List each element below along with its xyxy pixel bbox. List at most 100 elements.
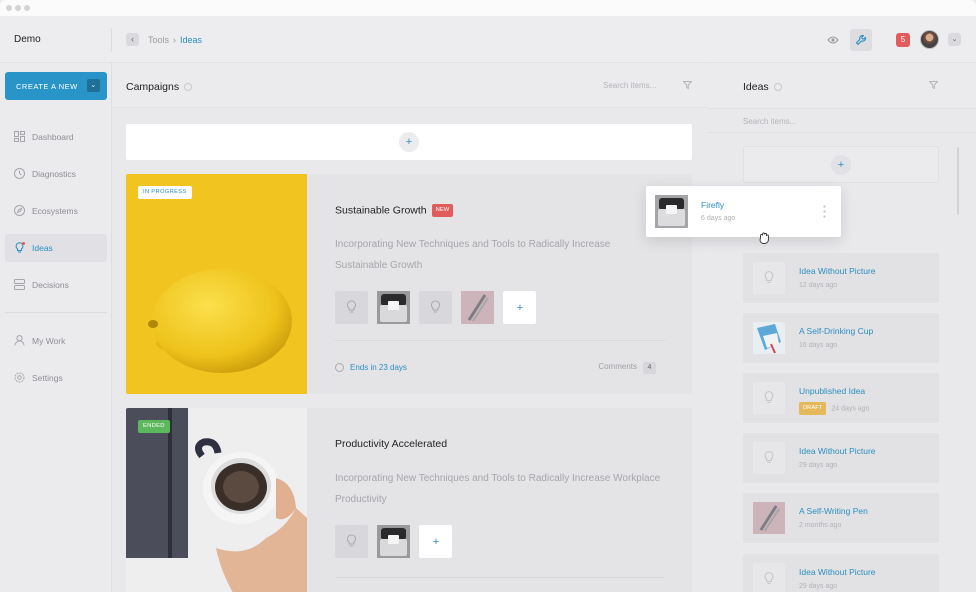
sidebar-item-decisions[interactable]: Decisions xyxy=(5,271,107,299)
info-icon[interactable] xyxy=(184,83,193,92)
chevron-down-icon[interactable]: ⌄ xyxy=(948,33,961,46)
chevron-down-icon[interactable]: ⌄ xyxy=(87,79,100,92)
campaigns-search-input[interactable]: Search items... xyxy=(603,81,656,90)
comments-label: Comments xyxy=(598,362,637,371)
idea-thumbnail xyxy=(753,563,785,592)
idea-list-item[interactable]: Idea Without Picture 12 days ago xyxy=(743,253,939,303)
sidebar-item-label: Ideas xyxy=(32,243,53,253)
campaign-card-body: Productivity Accelerated Incorporating N… xyxy=(335,408,675,592)
add-idea-button[interactable]: + xyxy=(510,298,530,318)
ideas-search-input[interactable]: Search items... xyxy=(743,117,796,126)
add-idea-bar[interactable]: + xyxy=(743,146,939,183)
idea-thumbnail[interactable] xyxy=(335,525,368,558)
filter-icon[interactable] xyxy=(929,81,938,89)
idea-thumbnail[interactable] xyxy=(377,291,410,324)
idea-thumbnail[interactable] xyxy=(335,291,368,324)
breadcrumb-ideas[interactable]: Ideas xyxy=(180,35,202,45)
idea-list-item[interactable]: A Self-Writing Pen 2 months ago xyxy=(743,493,939,543)
pen-image xyxy=(753,502,785,534)
window-close-dot[interactable] xyxy=(6,5,12,11)
dragging-idea-card[interactable]: Firefly 6 days ago xyxy=(646,186,841,237)
idea-thumbnail[interactable] xyxy=(377,525,410,558)
sidebar-item-settings[interactable]: Settings xyxy=(5,364,107,392)
ideas-search-bar: Search items... xyxy=(707,108,976,133)
lightbulb-icon xyxy=(347,534,356,547)
campaign-description: Incorporating New Techniques and Tools t… xyxy=(335,239,611,271)
ideas-panel: Ideas Search items... + Idea Without Pic… xyxy=(707,63,976,592)
idea-age: 29 days ago xyxy=(799,462,838,469)
idea-age-text: 24 days ago xyxy=(831,405,870,413)
device-image xyxy=(377,291,410,324)
sidebar-item-label: Settings xyxy=(32,373,63,383)
campaigns-title: Campaigns xyxy=(126,81,180,93)
comments[interactable]: Comments 4 xyxy=(598,362,656,374)
sidebar-item-label: Diagnostics xyxy=(32,169,76,179)
idea-thumbnail[interactable] xyxy=(461,291,494,324)
add-idea-thumbnail[interactable]: + xyxy=(503,291,536,324)
lightbulb-icon xyxy=(764,572,774,584)
idea-thumbnail[interactable] xyxy=(419,291,452,324)
draft-badge: DRAFT xyxy=(799,402,827,415)
idea-title[interactable]: Idea Without Picture xyxy=(799,446,876,456)
back-button[interactable]: ‹ xyxy=(126,33,139,46)
campaign-title[interactable]: Sustainable Growth NEW xyxy=(335,204,454,217)
idea-title[interactable]: Idea Without Picture xyxy=(799,567,876,577)
idea-age: 16 days ago xyxy=(799,342,838,349)
wrench-button[interactable] xyxy=(850,29,872,51)
eye-icon[interactable] xyxy=(827,35,839,45)
device-image xyxy=(377,525,410,558)
pen-image xyxy=(461,291,494,324)
campaign-card[interactable]: ENDED Productivity Accelerated Incorpora… xyxy=(126,408,692,592)
add-campaign-bar[interactable]: + xyxy=(126,124,692,160)
idea-title[interactable]: A Self-Writing Pen xyxy=(799,506,868,516)
idea-age: DRAFT 24 days ago xyxy=(799,402,869,415)
window-zoom-dot[interactable] xyxy=(24,5,30,11)
sidebar-item-dashboard[interactable]: Dashboard xyxy=(5,123,107,151)
create-new-label: CREATE A NEW xyxy=(16,82,78,91)
wrench-icon xyxy=(855,34,867,45)
breadcrumb-tools[interactable]: Tools xyxy=(148,35,169,45)
sidebar-item-ecosystems[interactable]: Ecosystems xyxy=(5,197,107,225)
deadline-text: Ends in 23 days xyxy=(350,363,407,372)
filter-icon[interactable] xyxy=(683,81,692,89)
lemon-image: IN PROGRESS xyxy=(126,174,307,394)
idea-title[interactable]: Idea Without Picture xyxy=(799,266,876,276)
add-campaign-button[interactable]: + xyxy=(399,132,419,152)
lightbulb-icon xyxy=(764,391,774,403)
idea-list-item[interactable]: A Self-Drinking Cup 16 days ago xyxy=(743,313,939,363)
idea-title[interactable]: Unpublished Idea xyxy=(799,386,865,396)
lightbulb-icon xyxy=(15,242,25,253)
scrollbar[interactable] xyxy=(957,147,959,215)
sidebar-item-label: Ecosystems xyxy=(32,206,78,216)
more-options-icon[interactable] xyxy=(823,205,826,218)
idea-list-item[interactable]: Unpublished Idea DRAFT 24 days ago xyxy=(743,373,939,423)
sidebar-item-my-work[interactable]: My Work xyxy=(5,327,107,355)
campaign-title[interactable]: Productivity Accelerated xyxy=(335,438,447,450)
gear-icon xyxy=(14,372,25,383)
grab-cursor-icon xyxy=(759,232,769,244)
device-image xyxy=(655,195,688,228)
idea-list-item[interactable]: Idea Without Picture 29 days ago xyxy=(743,433,939,483)
idea-age: 6 days ago xyxy=(701,215,736,222)
status-badge: IN PROGRESS xyxy=(138,186,192,199)
add-idea-button[interactable]: + xyxy=(426,532,446,552)
add-idea-button[interactable]: + xyxy=(831,155,851,175)
window-titlebar xyxy=(0,0,976,16)
diagnostics-icon xyxy=(14,168,25,179)
decisions-icon xyxy=(14,279,25,290)
window-minimize-dot[interactable] xyxy=(15,5,21,11)
create-new-button[interactable]: CREATE A NEW ⌄ xyxy=(5,72,107,100)
add-idea-thumbnail[interactable]: + xyxy=(419,525,452,558)
notification-badge[interactable]: 5 xyxy=(896,33,910,47)
cup-image xyxy=(753,322,785,354)
info-icon[interactable] xyxy=(773,83,782,92)
idea-list-item[interactable]: Idea Without Picture 29 days ago xyxy=(743,554,939,592)
avatar[interactable] xyxy=(920,30,939,49)
breadcrumb: Tools › Ideas xyxy=(148,35,202,45)
idea-thumbnail xyxy=(655,195,688,228)
sidebar-item-diagnostics[interactable]: Diagnostics xyxy=(5,160,107,188)
campaign-card[interactable]: IN PROGRESS Sustainable Growth NEW Incorp… xyxy=(126,174,692,394)
idea-title[interactable]: Firefly xyxy=(701,200,724,210)
sidebar-item-ideas[interactable]: Ideas xyxy=(5,234,107,262)
idea-title[interactable]: A Self-Drinking Cup xyxy=(799,326,873,336)
